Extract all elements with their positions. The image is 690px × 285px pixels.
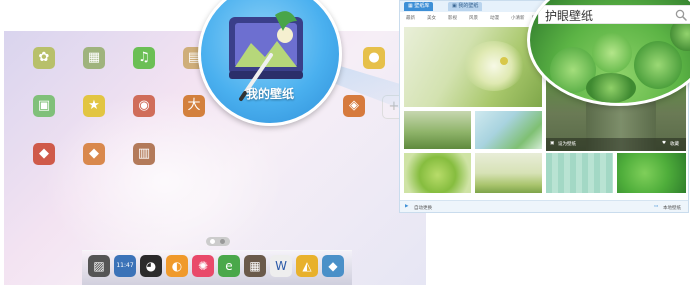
local-wallpaper-link[interactable]: 本地壁纸 xyxy=(663,205,681,211)
wallpaper-tile-clover[interactable] xyxy=(617,153,686,193)
cube-icon[interactable]: ◭ xyxy=(296,255,318,277)
app-icon: ◆ xyxy=(33,143,55,165)
play-icon[interactable]: ▶ xyxy=(405,204,408,209)
category-item[interactable]: 最新 xyxy=(406,15,415,21)
page-indicator[interactable] xyxy=(206,237,230,246)
app-footer: ▶ 自动更换 ▭ 本地壁纸 xyxy=(400,200,688,212)
wallpaper-tile-flower[interactable] xyxy=(404,27,542,107)
desktop-icon-label xyxy=(114,168,174,175)
app-icon: ✿ xyxy=(33,47,55,69)
app-icon: ▥ xyxy=(133,143,155,165)
dock-bar: ▨ 11:47 ◕ ◐ ✺ e ▦ W ◭ ◆ xyxy=(82,250,352,285)
app-icon[interactable]: ◆ xyxy=(322,255,344,277)
app-icon: ◆ xyxy=(83,143,105,165)
word-icon[interactable]: W xyxy=(270,255,292,277)
tab-label: 壁纸库 xyxy=(414,3,430,9)
category-item[interactable]: 小清新 xyxy=(511,15,525,21)
set-wallpaper-link[interactable]: 设为壁纸 xyxy=(558,141,576,147)
tab-label: 我的壁纸 xyxy=(458,3,479,9)
wallpaper-tile-mint[interactable] xyxy=(546,153,613,193)
desktop-icon[interactable]: ▥ xyxy=(114,143,174,187)
tab-my-wallpaper[interactable]: ▣ 我的壁纸 xyxy=(448,2,483,11)
monitor-icon: ▭ xyxy=(654,204,659,209)
category-item[interactable]: 影视 xyxy=(448,15,457,21)
category-item[interactable]: 动漫 xyxy=(490,15,499,21)
search-input[interactable]: 护眼壁纸 xyxy=(538,5,690,24)
wallpaper-tile-leaf[interactable] xyxy=(404,153,471,193)
wallpaper-tile-meadow[interactable] xyxy=(475,153,542,193)
browser-icon[interactable]: e xyxy=(218,255,240,277)
app-icon: ◉ xyxy=(133,95,155,117)
app-icon[interactable]: ◐ xyxy=(166,255,188,277)
star-icon: ★ xyxy=(83,95,105,117)
wallpaper-icon[interactable]: ▨ xyxy=(88,255,110,277)
pinwheel-icon[interactable]: ✺ xyxy=(192,255,214,277)
wallpaper-tile-grass[interactable] xyxy=(404,111,471,149)
qq-penguin-icon[interactable]: ◕ xyxy=(140,255,162,277)
music-icon: ♫ xyxy=(133,47,155,69)
search-query-text: 护眼壁纸 xyxy=(545,9,594,23)
wallpaper-tile-blue-leaves[interactable] xyxy=(475,111,542,149)
favorite-link[interactable]: 收藏 xyxy=(670,141,679,147)
app-icon: ◈ xyxy=(343,95,365,117)
heart-icon[interactable]: ♥ xyxy=(662,141,666,146)
image-icon: ▣ xyxy=(550,141,555,146)
auto-change-label[interactable]: 自动更换 xyxy=(414,205,432,211)
app-icon: ● xyxy=(363,47,385,69)
category-item[interactable]: 风景 xyxy=(469,15,478,21)
clock-icon[interactable]: 11:47 xyxy=(114,255,136,277)
category-item[interactable]: 美女 xyxy=(427,15,436,21)
magnifier-caption: 我的壁纸 xyxy=(245,87,294,101)
wallpaper-app-icon[interactable] xyxy=(201,0,339,123)
app-icon[interactable]: ▦ xyxy=(244,255,266,277)
tab-wallpaper-library[interactable]: ▦ 壁纸库 xyxy=(404,2,434,11)
search-icon[interactable] xyxy=(675,9,687,21)
app-icon: ▣ xyxy=(33,95,55,117)
app-icon: ▦ xyxy=(83,47,105,69)
magnifier-my-wallpaper: 我的壁纸 xyxy=(198,0,342,126)
